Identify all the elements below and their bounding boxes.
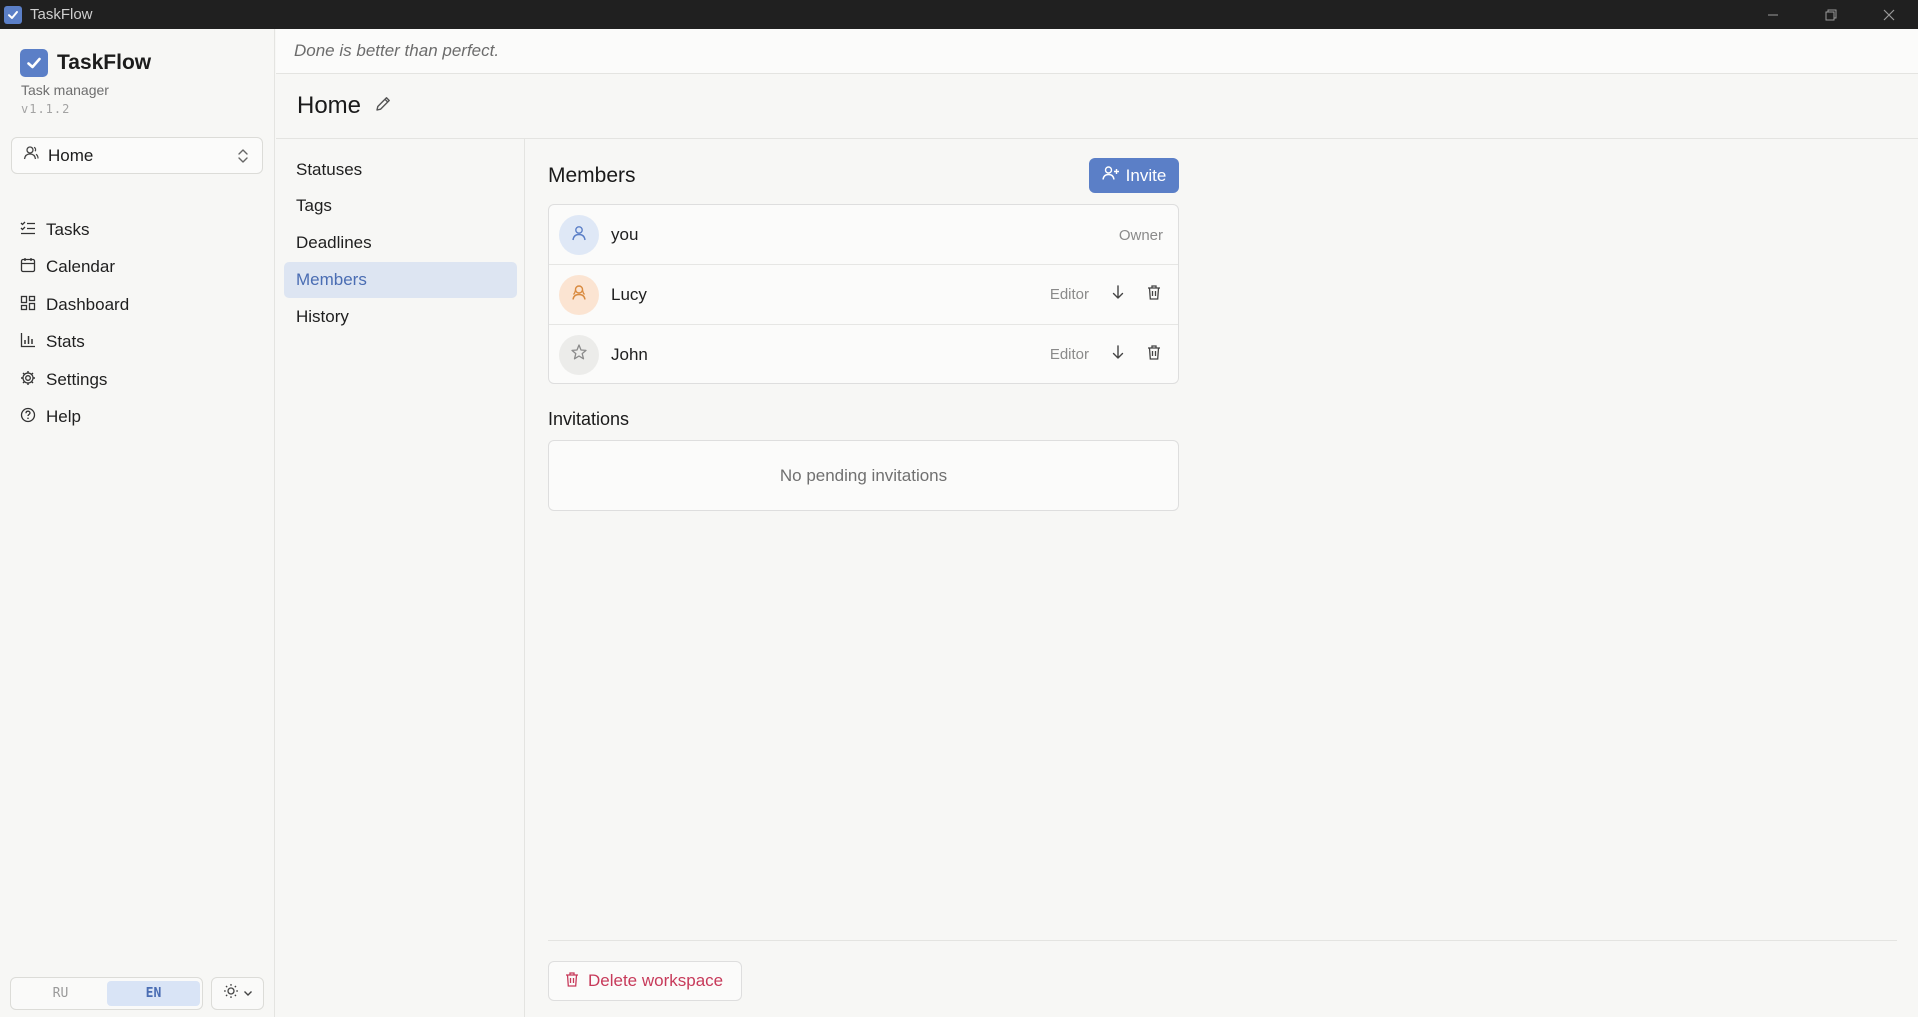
subnav-item-statuses[interactable]: Statuses bbox=[284, 152, 517, 188]
chevron-down-icon bbox=[243, 985, 253, 1003]
language-option-en[interactable]: EN bbox=[107, 981, 200, 1006]
invite-button[interactable]: Invite bbox=[1089, 158, 1179, 193]
star-avatar-icon bbox=[570, 343, 588, 366]
subnav-item-tags[interactable]: Tags bbox=[284, 188, 517, 224]
window-title: TaskFlow bbox=[30, 6, 93, 23]
sun-icon bbox=[223, 983, 239, 1004]
minimize-button[interactable] bbox=[1744, 0, 1802, 29]
sidebar: TaskFlow Task manager v1.1.2 Home Tasks … bbox=[0, 29, 275, 1017]
nav-item-stats[interactable]: Stats bbox=[20, 330, 85, 354]
trash-icon bbox=[1146, 284, 1162, 305]
chevron-up-down-icon bbox=[236, 147, 250, 170]
app-version: v1.1.2 bbox=[21, 102, 71, 116]
brand-name: TaskFlow bbox=[57, 51, 152, 74]
avatar bbox=[559, 215, 599, 255]
demote-member-button[interactable] bbox=[1107, 344, 1129, 366]
trash-icon bbox=[564, 971, 580, 992]
delete-workspace-button[interactable]: Delete workspace bbox=[548, 961, 742, 1001]
nav-item-label: Calendar bbox=[46, 257, 115, 276]
remove-member-button[interactable] bbox=[1143, 344, 1165, 366]
member-role: Editor bbox=[1049, 286, 1089, 303]
arrow-down-icon bbox=[1111, 344, 1125, 365]
brand-logo-icon bbox=[20, 49, 48, 77]
members-heading: Members bbox=[548, 164, 636, 187]
member-name: you bbox=[611, 225, 639, 244]
pencil-icon bbox=[374, 95, 392, 118]
nav-item-settings[interactable]: Settings bbox=[20, 368, 107, 392]
avatar bbox=[559, 274, 599, 315]
page-header: Home bbox=[276, 74, 1918, 139]
dashboard-grid-icon bbox=[20, 295, 36, 316]
invitations-empty-text: No pending invitations bbox=[779, 465, 948, 485]
workspace-select[interactable]: Home bbox=[11, 137, 263, 174]
member-row: you Owner bbox=[549, 205, 1178, 265]
avatar bbox=[559, 334, 599, 375]
window-titlebar: TaskFlow bbox=[0, 0, 1918, 29]
delete-workspace-label: Delete workspace bbox=[588, 971, 724, 990]
member-role: Owner bbox=[1118, 226, 1163, 244]
language-option-ru[interactable]: RU bbox=[14, 981, 107, 1006]
nav-item-help[interactable]: Help bbox=[20, 405, 81, 429]
member-name: John bbox=[611, 344, 648, 364]
nav-item-label: Help bbox=[46, 407, 81, 426]
nav-item-tasks[interactable]: Tasks bbox=[20, 218, 89, 242]
user-avatar-icon bbox=[570, 224, 588, 247]
edit-title-button[interactable] bbox=[372, 95, 394, 117]
nav-item-label: Dashboard bbox=[46, 295, 130, 314]
member-name: Lucy bbox=[611, 284, 647, 304]
subnav-item-history[interactable]: History bbox=[284, 299, 517, 335]
nav-item-dashboard[interactable]: Dashboard bbox=[20, 293, 129, 317]
trash-icon bbox=[1146, 344, 1162, 365]
nav-item-calendar[interactable]: Calendar bbox=[20, 255, 115, 279]
help-circle-icon bbox=[20, 407, 36, 428]
member-row: John Editor bbox=[549, 324, 1178, 384]
list-check-icon bbox=[20, 220, 36, 241]
invite-button-label: Invite bbox=[1125, 165, 1167, 185]
member-row: Lucy Editor bbox=[549, 264, 1178, 324]
calendar-icon bbox=[20, 257, 36, 278]
settings-subnav: Statuses Tags Deadlines Members History bbox=[276, 139, 525, 1017]
page-title: Home bbox=[297, 92, 362, 119]
bar-chart-icon bbox=[20, 332, 36, 353]
remove-member-button[interactable] bbox=[1143, 284, 1165, 306]
brand: TaskFlow bbox=[20, 49, 151, 77]
arrow-down-icon bbox=[1111, 284, 1125, 305]
user-avatar-icon bbox=[570, 283, 588, 306]
gear-icon bbox=[20, 370, 36, 391]
nav-item-label: Settings bbox=[46, 370, 108, 389]
motivational-quote: Done is better than perfect. bbox=[294, 41, 500, 60]
nav-item-label: Stats bbox=[46, 332, 85, 351]
theme-toggle-button[interactable] bbox=[211, 977, 264, 1010]
invitations-heading: Invitations bbox=[548, 409, 630, 429]
restore-button[interactable] bbox=[1802, 0, 1860, 29]
app-logo-icon bbox=[4, 5, 22, 24]
demote-member-button[interactable] bbox=[1107, 284, 1129, 306]
subnav-item-members[interactable]: Members bbox=[284, 262, 517, 298]
divider bbox=[548, 940, 1897, 941]
close-window-button[interactable] bbox=[1860, 0, 1918, 29]
nav-item-label: Tasks bbox=[46, 220, 90, 239]
subnav-item-deadlines[interactable]: Deadlines bbox=[284, 225, 517, 261]
quote-bar: Done is better than perfect. bbox=[276, 29, 1918, 74]
invitations-empty-state: No pending invitations bbox=[548, 440, 1179, 511]
workspace-select-value: Home bbox=[48, 145, 94, 165]
user-icon bbox=[23, 145, 39, 166]
members-list: you Owner Lucy Editor John Editor bbox=[548, 204, 1179, 384]
main-content: Members Invite you Owner Lucy Editor Joh… bbox=[526, 139, 1918, 1017]
member-role: Editor bbox=[1049, 346, 1089, 363]
brand-subtitle: Task manager bbox=[21, 82, 109, 98]
user-plus-icon bbox=[1101, 165, 1120, 186]
language-toggle: RU EN bbox=[10, 977, 203, 1010]
